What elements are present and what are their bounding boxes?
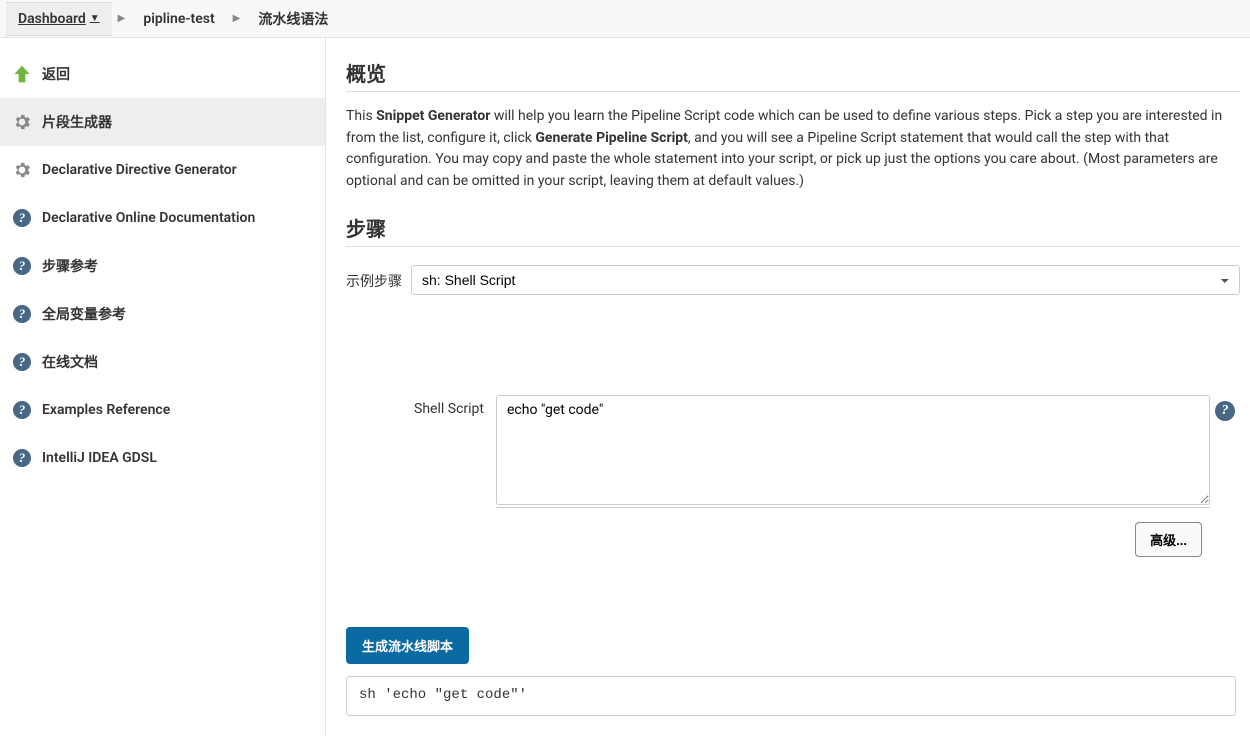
sidebar-item-label: 返回 bbox=[42, 64, 70, 84]
breadcrumb-dashboard-label: Dashboard bbox=[18, 11, 86, 27]
sample-step-select[interactable]: sh: Shell Script bbox=[411, 265, 1240, 295]
sidebar-item-label: 全局变量参考 bbox=[42, 304, 126, 324]
chevron-right-icon: ▶ bbox=[112, 13, 132, 24]
sidebar-item-label: Examples Reference bbox=[42, 402, 170, 418]
gear-icon bbox=[10, 110, 34, 134]
sidebar-item-label: Declarative Directive Generator bbox=[42, 162, 237, 178]
generated-script-output[interactable]: sh 'echo "get code"' bbox=[346, 676, 1236, 716]
sample-step-label: 示例步骤 bbox=[346, 265, 411, 291]
chevron-right-icon: ▶ bbox=[227, 13, 247, 24]
help-icon: ? bbox=[10, 206, 34, 230]
sample-step-row: 示例步骤 sh: Shell Script bbox=[346, 265, 1240, 295]
help-icon: ? bbox=[10, 254, 34, 278]
sidebar-item-step-reference[interactable]: ? 步骤参考 bbox=[0, 242, 325, 290]
breadcrumb: Dashboard ▼ ▶ pipline-test ▶ 流水线语法 bbox=[0, 0, 1250, 38]
shell-script-row: Shell Script ? bbox=[346, 395, 1240, 509]
main-content: 概览 This Snippet Generator will help you … bbox=[326, 38, 1250, 736]
steps-heading: 步骤 bbox=[346, 213, 1240, 247]
breadcrumb-dashboard[interactable]: Dashboard ▼ bbox=[6, 2, 112, 36]
sidebar-item-global-variable-reference[interactable]: ? 全局变量参考 bbox=[0, 290, 325, 338]
overview-description: This Snippet Generator will help you lea… bbox=[346, 106, 1240, 193]
sidebar-item-label: 片段生成器 bbox=[42, 112, 112, 132]
shell-script-label: Shell Script bbox=[346, 395, 496, 417]
sidebar-item-online-docs[interactable]: ? 在线文档 bbox=[0, 338, 325, 386]
sidebar-item-label: 在线文档 bbox=[42, 352, 98, 372]
sidebar: 返回 片段生成器 Declarative Directive Generator… bbox=[0, 38, 326, 736]
chevron-down-icon: ▼ bbox=[90, 13, 100, 24]
generate-pipeline-script-button[interactable]: 生成流水线脚本 bbox=[346, 627, 469, 664]
arrow-up-icon bbox=[10, 62, 34, 86]
help-icon: ? bbox=[10, 446, 34, 470]
gear-icon bbox=[10, 158, 34, 182]
advanced-button[interactable]: 高级... bbox=[1135, 522, 1202, 557]
help-icon: ? bbox=[10, 350, 34, 374]
overview-heading: 概览 bbox=[346, 58, 1240, 92]
sidebar-item-snippet-generator[interactable]: 片段生成器 bbox=[0, 98, 325, 146]
help-icon[interactable]: ? bbox=[1215, 401, 1235, 421]
sidebar-item-declarative-directive-generator[interactable]: Declarative Directive Generator bbox=[0, 146, 325, 194]
breadcrumb-current: 流水线语法 bbox=[246, 1, 340, 37]
sidebar-item-label: IntelliJ IDEA GDSL bbox=[42, 450, 157, 466]
sidebar-item-declarative-online-documentation[interactable]: ? Declarative Online Documentation bbox=[0, 194, 325, 242]
breadcrumb-job[interactable]: pipline-test bbox=[131, 3, 226, 35]
sidebar-item-intellij-gdsl[interactable]: ? IntelliJ IDEA GDSL bbox=[0, 434, 325, 482]
sidebar-item-label: Declarative Online Documentation bbox=[42, 210, 255, 226]
shell-script-textarea[interactable] bbox=[496, 395, 1210, 505]
help-icon: ? bbox=[10, 398, 34, 422]
help-icon: ? bbox=[10, 302, 34, 326]
sidebar-item-examples-reference[interactable]: ? Examples Reference bbox=[0, 386, 325, 434]
sidebar-item-back[interactable]: 返回 bbox=[0, 50, 325, 98]
sidebar-item-label: 步骤参考 bbox=[42, 256, 98, 276]
